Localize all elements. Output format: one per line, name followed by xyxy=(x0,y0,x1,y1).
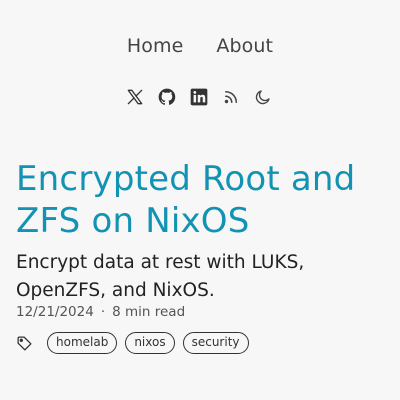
post-date: 12/21/2024 xyxy=(16,304,94,320)
x-icon[interactable] xyxy=(124,86,146,108)
tag-security[interactable]: security xyxy=(182,332,249,354)
social-links xyxy=(124,86,274,108)
meta-separator: · xyxy=(100,304,106,320)
tag-icon xyxy=(16,335,33,352)
github-icon[interactable] xyxy=(156,86,178,108)
top-nav: Home About xyxy=(0,34,400,58)
post-meta: 12/21/2024 · 8 min read xyxy=(16,304,185,320)
post-title[interactable]: Encrypted Root and ZFS on NixOS xyxy=(16,158,386,242)
nav-home-link[interactable]: Home xyxy=(127,34,184,58)
tag-homelab[interactable]: homelab xyxy=(47,332,118,354)
reading-time: 8 min read xyxy=(112,304,186,320)
rss-icon[interactable] xyxy=(220,86,242,108)
moon-icon[interactable] xyxy=(252,86,274,108)
tag-nixos[interactable]: nixos xyxy=(125,332,175,354)
nav-about-link[interactable]: About xyxy=(216,34,273,58)
post-subtitle: Encrypt data at rest with LUKS, OpenZFS,… xyxy=(16,252,305,301)
post-tags: homelab nixos security xyxy=(16,332,249,354)
linkedin-icon[interactable] xyxy=(188,86,210,108)
